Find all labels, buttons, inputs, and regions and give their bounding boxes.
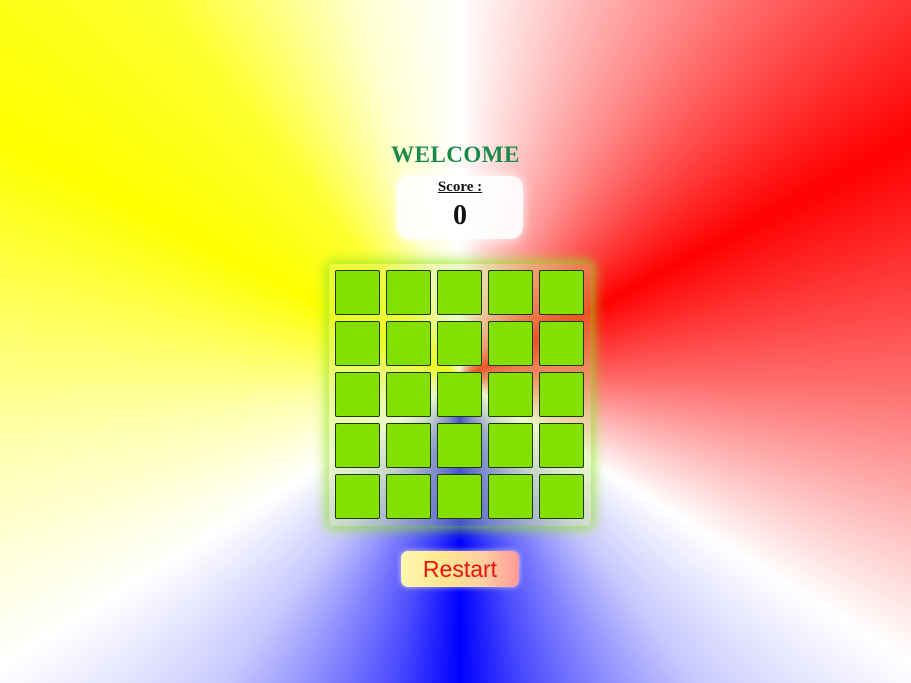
board-tile[interactable] — [335, 372, 380, 417]
board-tile[interactable] — [335, 321, 380, 366]
board-tile[interactable] — [539, 423, 584, 468]
board-tile[interactable] — [437, 423, 482, 468]
board-tile[interactable] — [437, 372, 482, 417]
board-tile[interactable] — [539, 372, 584, 417]
board-tile[interactable] — [386, 321, 431, 366]
board-tile[interactable] — [488, 372, 533, 417]
board-tile[interactable] — [488, 474, 533, 519]
board-tile[interactable] — [386, 270, 431, 315]
score-panel: Score : 0 — [397, 176, 523, 239]
game-board — [329, 264, 591, 526]
board-tile[interactable] — [335, 474, 380, 519]
board-tile[interactable] — [386, 372, 431, 417]
welcome-title: WELCOME — [391, 142, 520, 167]
restart-button[interactable]: Restart — [401, 551, 519, 587]
board-tile[interactable] — [437, 321, 482, 366]
board-tile[interactable] — [488, 423, 533, 468]
board-tile[interactable] — [386, 423, 431, 468]
board-tile[interactable] — [488, 321, 533, 366]
board-tile[interactable] — [539, 321, 584, 366]
score-value: 0 — [453, 200, 467, 231]
board-tile[interactable] — [335, 423, 380, 468]
board-tile[interactable] — [335, 270, 380, 315]
board-tile[interactable] — [539, 474, 584, 519]
board-tile[interactable] — [488, 270, 533, 315]
score-label: Score : — [437, 179, 483, 195]
board-tile[interactable] — [437, 474, 482, 519]
board-tile[interactable] — [437, 270, 482, 315]
board-tile[interactable] — [539, 270, 584, 315]
board-tile[interactable] — [386, 474, 431, 519]
